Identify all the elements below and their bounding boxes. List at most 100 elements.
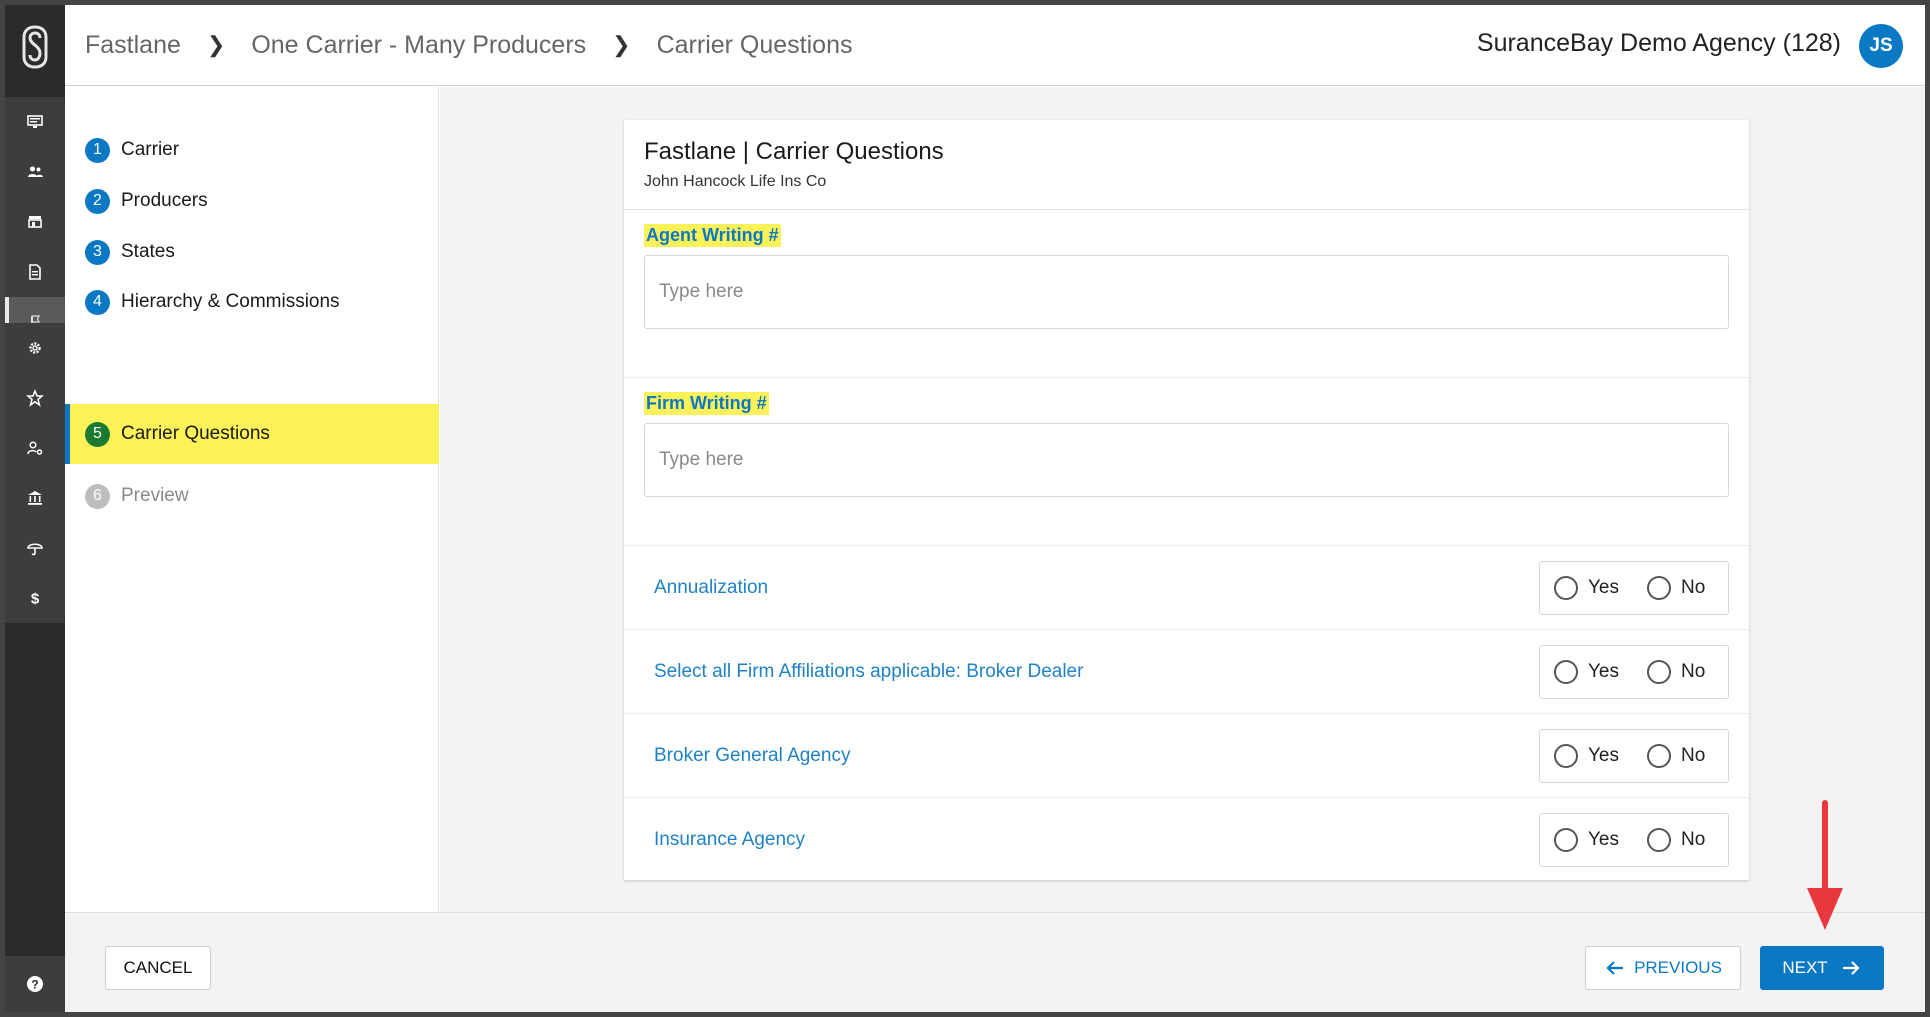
firm-writing-field: Firm Writing # bbox=[624, 378, 1749, 546]
rail-item-producers[interactable] bbox=[5, 147, 65, 197]
carrier-name: John Hancock Life Ins Co bbox=[644, 173, 827, 190]
radio-circle-icon[interactable] bbox=[1554, 743, 1578, 768]
radio-circle-icon[interactable] bbox=[1647, 575, 1671, 600]
radio-circle-icon[interactable] bbox=[1554, 575, 1578, 600]
question-broker-general-agency: Broker General Agency Yes No bbox=[624, 714, 1749, 798]
app-window: $ ? Fastlane ❯ One Carrier - Many Produc… bbox=[5, 5, 1925, 1012]
user-avatar[interactable]: JS bbox=[1859, 24, 1903, 68]
rail-item-settings[interactable] bbox=[5, 323, 65, 373]
radio-yes[interactable]: Yes bbox=[1554, 828, 1619, 852]
annotation-arrow-icon bbox=[1807, 800, 1843, 930]
breadcrumb-item-one-carrier[interactable]: One Carrier - Many Producers bbox=[251, 31, 586, 60]
step-number: 2 bbox=[85, 188, 110, 214]
rail-item-carriers[interactable] bbox=[5, 473, 65, 523]
breadcrumb-item-current: Carrier Questions bbox=[656, 30, 853, 59]
radio-label: No bbox=[1681, 660, 1706, 682]
radio-label: No bbox=[1681, 576, 1706, 598]
step-hierarchy-commissions[interactable]: 4 Hierarchy & Commissions bbox=[65, 272, 439, 332]
radio-circle-icon[interactable] bbox=[1647, 743, 1671, 768]
rail-item-insurance[interactable] bbox=[5, 523, 65, 573]
step-label: Carrier bbox=[121, 139, 180, 160]
radio-no[interactable]: No bbox=[1647, 575, 1706, 600]
question-label: Select all Firm Affiliations applicable:… bbox=[654, 660, 1084, 682]
monitor-icon bbox=[27, 115, 43, 128]
step-number: 6 bbox=[85, 483, 110, 509]
step-label: Hierarchy & Commissions bbox=[121, 291, 340, 312]
cancel-button[interactable]: CANCEL bbox=[105, 946, 211, 990]
gear-icon bbox=[29, 342, 41, 354]
breadcrumb-item-fastlane[interactable]: Fastlane bbox=[85, 31, 181, 60]
left-rail: $ ? bbox=[5, 5, 65, 1012]
step-label: Carrier Questions bbox=[121, 423, 270, 444]
firm-writing-input[interactable] bbox=[644, 423, 1729, 497]
question-label: Insurance Agency bbox=[654, 829, 806, 850]
wizard-stepper: 1 Carrier 2 Producers 3 States 4 Hierarc… bbox=[65, 87, 439, 912]
agent-writing-input[interactable] bbox=[644, 255, 1729, 329]
previous-button-label: PREVIOUS bbox=[1634, 958, 1722, 977]
question-label: Broker General Agency bbox=[654, 744, 851, 766]
step-carrier-questions[interactable]: 5 Carrier Questions bbox=[65, 404, 439, 464]
radio-no[interactable]: No bbox=[1647, 743, 1706, 768]
app-logo[interactable] bbox=[5, 5, 65, 89]
radio-yes[interactable]: Yes bbox=[1554, 575, 1619, 600]
breadcrumb: Fastlane ❯ One Carrier - Many Producers … bbox=[65, 31, 853, 60]
rail-group-main bbox=[5, 97, 65, 347]
step-number: 4 bbox=[85, 289, 110, 315]
logo-icon bbox=[22, 25, 48, 69]
rail-item-favorites[interactable] bbox=[5, 373, 65, 423]
question-broker-dealer: Select all Firm Affiliations applicable:… bbox=[624, 630, 1749, 714]
next-button[interactable]: NEXT bbox=[1760, 946, 1884, 990]
main-content: Fastlane | Carrier Questions John Hancoc… bbox=[440, 87, 1925, 912]
star-icon bbox=[26, 389, 44, 407]
radio-label: Yes bbox=[1588, 660, 1619, 682]
svg-text:?: ? bbox=[31, 978, 38, 992]
help-button[interactable]: ? bbox=[5, 956, 65, 1012]
rail-item-documents[interactable] bbox=[5, 247, 65, 297]
radio-label: Yes bbox=[1588, 744, 1619, 766]
radio-yes[interactable]: Yes bbox=[1554, 659, 1619, 684]
yes-no-radio-group: Yes No bbox=[1539, 728, 1729, 783]
rail-item-user-settings[interactable] bbox=[5, 423, 65, 473]
dollar-icon: $ bbox=[31, 591, 40, 608]
radio-circle-icon[interactable] bbox=[1647, 659, 1671, 684]
firm-writing-label: Firm Writing # bbox=[644, 392, 769, 415]
help-icon: ? bbox=[27, 976, 43, 992]
radio-yes[interactable]: Yes bbox=[1554, 743, 1619, 768]
arrow-left-icon bbox=[1606, 961, 1624, 975]
rail-item-store[interactable] bbox=[5, 197, 65, 247]
question-insurance-agency: Insurance Agency Yes No bbox=[624, 798, 1749, 882]
document-icon bbox=[29, 264, 41, 280]
radio-circle-icon[interactable] bbox=[1554, 659, 1578, 684]
bank-icon bbox=[28, 491, 42, 505]
card-title: Fastlane | Carrier Questions bbox=[644, 138, 944, 165]
radio-no[interactable]: No bbox=[1647, 659, 1706, 684]
yes-no-radio-group: Yes No bbox=[1539, 560, 1729, 615]
user-settings-icon bbox=[27, 441, 43, 455]
radio-label: Yes bbox=[1588, 829, 1619, 850]
radio-circle-icon[interactable] bbox=[1647, 828, 1671, 852]
step-label: States bbox=[121, 241, 175, 262]
step-label: Preview bbox=[121, 485, 189, 506]
svg-text:$: $ bbox=[31, 591, 40, 608]
step-number: 3 bbox=[85, 239, 110, 265]
question-label: Annualization bbox=[654, 576, 769, 598]
radio-circle-icon[interactable] bbox=[1554, 828, 1578, 852]
rail-item-dashboard[interactable] bbox=[5, 97, 65, 147]
agent-writing-label: Agent Writing # bbox=[644, 224, 781, 247]
yes-no-radio-group: Yes No bbox=[1539, 644, 1729, 699]
agent-writing-field: Agent Writing # bbox=[624, 210, 1749, 378]
rail-item-commissions[interactable]: $ bbox=[5, 573, 65, 623]
agency-name[interactable]: SuranceBay Demo Agency (128) bbox=[1477, 29, 1841, 58]
radio-label: No bbox=[1681, 829, 1706, 850]
umbrella-icon bbox=[27, 543, 43, 556]
previous-button[interactable]: PREVIOUS bbox=[1585, 946, 1741, 990]
chevron-right-icon: ❯ bbox=[206, 32, 226, 57]
step-number: 5 bbox=[85, 421, 110, 447]
card-header: Fastlane | Carrier Questions John Hancoc… bbox=[624, 120, 1749, 210]
radio-label: No bbox=[1681, 744, 1706, 766]
step-preview: 6 Preview bbox=[65, 466, 439, 526]
people-icon bbox=[28, 166, 43, 177]
top-header: Fastlane ❯ One Carrier - Many Producers … bbox=[65, 5, 1925, 86]
carrier-questions-card: Fastlane | Carrier Questions John Hancoc… bbox=[624, 120, 1749, 880]
radio-no[interactable]: No bbox=[1647, 828, 1705, 852]
